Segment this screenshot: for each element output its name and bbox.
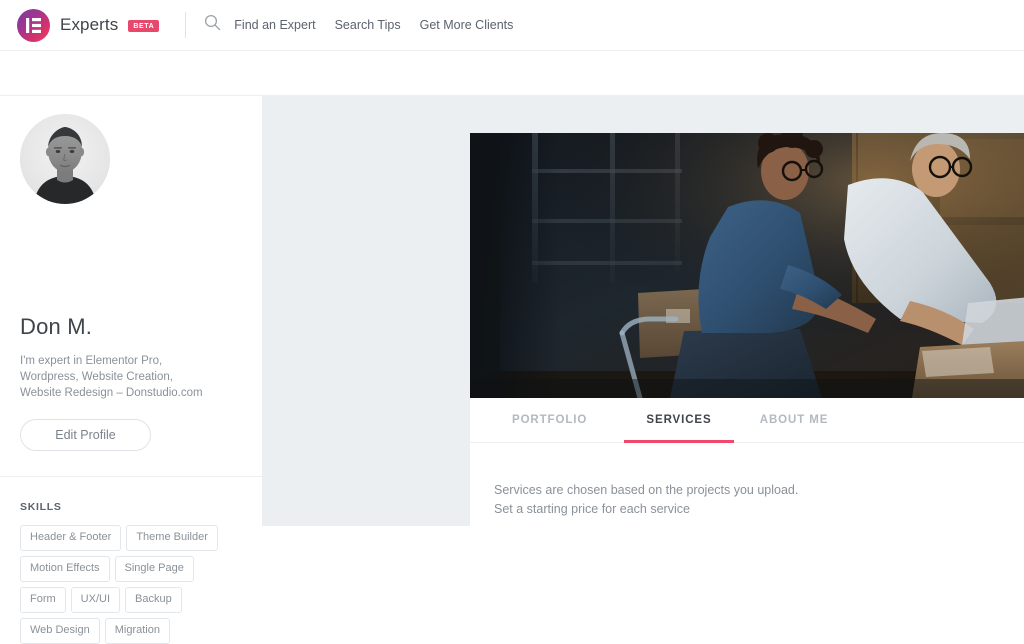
avatar	[20, 114, 110, 204]
nav-vertical-divider	[185, 12, 187, 38]
sidebar-divider	[0, 476, 262, 477]
search-icon[interactable]	[204, 14, 221, 36]
profile-bio: I'm expert in Elementor Pro, Wordpress, …	[20, 355, 203, 399]
skill-chip[interactable]: Theme Builder	[126, 525, 218, 551]
top-navigation-bar: Experts BETA Find an Expert Search Tips …	[0, 0, 1024, 51]
skill-chip[interactable]: UX/UI	[70, 587, 121, 613]
skill-chip[interactable]: Header & Footer	[20, 525, 122, 551]
brand-logo[interactable]: Experts BETA	[17, 8, 160, 42]
nav-link-search-tips[interactable]: Search Tips	[335, 18, 401, 32]
skills-chip-list: Header & Footer Theme Builder Motion Eff…	[20, 525, 242, 644]
beta-badge: BETA	[128, 20, 160, 32]
nav-link-find-an-expert[interactable]: Find an Expert	[234, 18, 315, 32]
skill-chip[interactable]: Motion Effects	[20, 556, 110, 582]
skill-chip[interactable]: Migration	[104, 618, 170, 644]
profile-sidebar: Don M. I'm expert in Elementor Pro, Word…	[0, 96, 262, 644]
nav-link-get-more-clients[interactable]: Get More Clients	[420, 18, 514, 32]
nav-links: Find an Expert Search Tips Get More Clie…	[204, 14, 513, 36]
tab-about-me[interactable]: ABOUT ME	[734, 398, 854, 443]
services-description-line-1: Services are chosen based on the project…	[494, 483, 799, 497]
edit-profile-button[interactable]: Edit Profile	[20, 419, 151, 451]
brand-name: Experts	[60, 15, 119, 34]
elementor-logo-icon	[17, 8, 50, 42]
page-body: Don M. I'm expert in Elementor Pro, Word…	[0, 96, 1024, 644]
services-description-line-2: Set a starting price for each service	[494, 502, 690, 516]
services-description: Services are chosen based on the project…	[470, 443, 1024, 519]
profile-name: Don M.	[20, 314, 93, 339]
content-area: PORTFOLIO SERVICES ABOUT ME Services are…	[262, 96, 1024, 526]
tab-portfolio[interactable]: PORTFOLIO	[512, 398, 624, 443]
cover-photo	[470, 133, 1024, 398]
skill-chip[interactable]: Web Design	[20, 618, 100, 644]
skill-chip[interactable]: Backup	[125, 587, 182, 613]
tab-services[interactable]: SERVICES	[624, 398, 734, 443]
profile-card: PORTFOLIO SERVICES ABOUT ME Services are…	[470, 133, 1024, 526]
profile-tabs: PORTFOLIO SERVICES ABOUT ME	[470, 398, 1024, 443]
skill-chip[interactable]: Form	[20, 587, 66, 613]
sub-nav-band	[0, 52, 1024, 96]
skill-chip[interactable]: Single Page	[114, 556, 194, 582]
skills-section-title: SKILLS	[20, 501, 62, 513]
